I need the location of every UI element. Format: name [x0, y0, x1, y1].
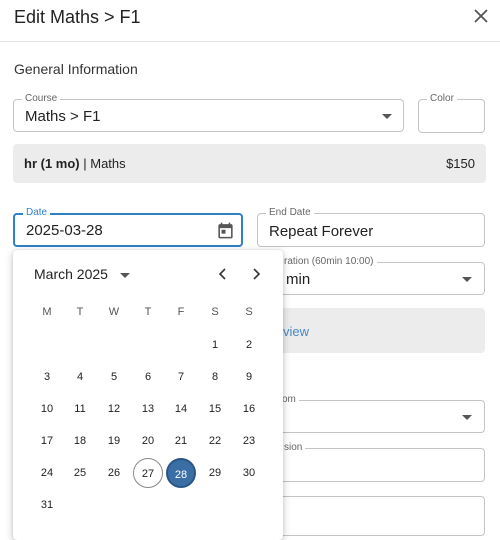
course-duration-label: hr (1 mo): [24, 156, 80, 171]
dialog-title: Edit Maths > F1: [14, 7, 141, 27]
room-select[interactable]: om: [257, 394, 485, 433]
calendar-day[interactable]: 15: [200, 394, 230, 424]
duration-select[interactable]: ration (60min 10:00) min: [257, 256, 485, 295]
date-value: 2025-03-28: [26, 222, 103, 239]
weekday-label: F: [177, 306, 185, 318]
session-label: sion: [281, 442, 306, 454]
calendar-day[interactable]: 12: [99, 394, 129, 424]
dialog-header: Edit Maths > F1: [0, 0, 500, 42]
duration-label: ration (60min 10:00): [281, 256, 377, 268]
weekday-label: S: [211, 306, 219, 318]
calendar-day[interactable]: 16: [234, 394, 264, 424]
color-label: Color: [427, 93, 457, 105]
calendar-day[interactable]: 4: [65, 362, 95, 392]
chevron-down-icon: [382, 114, 392, 119]
calendar-day[interactable]: 21: [166, 426, 196, 456]
chevron-down-icon: [462, 277, 472, 282]
chevron-down-icon: [462, 415, 472, 420]
chevron-right-icon[interactable]: [248, 266, 264, 282]
info-separator: |: [79, 156, 91, 171]
preview-box: view: [257, 308, 485, 353]
calendar-day[interactable]: 17: [32, 426, 62, 456]
course-label: Course: [22, 93, 61, 105]
calendar-day[interactable]: 7: [166, 362, 196, 392]
chevron-left-icon[interactable]: [215, 266, 231, 282]
calendar-day[interactable]: 18: [65, 426, 95, 456]
end-date-value: Repeat Forever: [269, 223, 374, 240]
calendar-day[interactable]: 25: [65, 458, 95, 488]
calendar-day[interactable]: 6: [133, 362, 163, 392]
calendar-month-label[interactable]: March 2025: [34, 266, 108, 282]
calendar-day[interactable]: 2: [234, 330, 264, 360]
calendar-day[interactable]: 31: [32, 490, 62, 520]
calendar-icon[interactable]: [216, 221, 235, 240]
duration-value: min: [286, 271, 311, 288]
calendar-day[interactable]: 13: [133, 394, 163, 424]
course-subject: Maths: [90, 156, 126, 171]
calendar-day[interactable]: 22: [200, 426, 230, 456]
date-field[interactable]: Date 2025-03-28: [13, 207, 243, 247]
calendar-day-today[interactable]: 27: [133, 458, 163, 488]
calendar-day[interactable]: 1: [200, 330, 230, 360]
calendar-day[interactable]: 20: [133, 426, 163, 456]
course-select[interactable]: Course Maths > F1: [13, 93, 404, 132]
calendar-day[interactable]: 14: [166, 394, 196, 424]
color-field[interactable]: Color: [418, 93, 485, 133]
date-picker-popup: March 2025 M T W T F S S 1 2 3 4 5 6 7 8 9 10 11 12 13 14 15 1…: [13, 250, 283, 540]
calendar-day[interactable]: 26: [99, 458, 129, 488]
calendar-day[interactable]: 30: [234, 458, 264, 488]
weekday-label: T: [144, 306, 152, 318]
calendar-day[interactable]: 29: [200, 458, 230, 488]
section-title: General Information: [14, 61, 138, 77]
session-field[interactable]: sion: [257, 442, 485, 482]
end-date-label: End Date: [266, 207, 314, 219]
calendar-day[interactable]: 8: [200, 362, 230, 392]
extra-field[interactable]: [257, 496, 485, 536]
calendar-day[interactable]: 11: [65, 394, 95, 424]
calendar-day[interactable]: 23: [234, 426, 264, 456]
course-value: Maths > F1: [25, 108, 101, 125]
course-info-bar: hr (1 mo) | Maths $150: [13, 144, 486, 183]
weekday-label: M: [42, 306, 52, 318]
weekday-label: S: [245, 306, 253, 318]
calendar-day[interactable]: 10: [32, 394, 62, 424]
course-price: $150: [446, 156, 475, 171]
end-date-field[interactable]: End Date Repeat Forever: [257, 207, 485, 247]
calendar-day[interactable]: 24: [32, 458, 62, 488]
calendar-day[interactable]: 3: [32, 362, 62, 392]
preview-link[interactable]: view: [283, 324, 309, 339]
calendar-day[interactable]: 9: [234, 362, 264, 392]
weekday-label: W: [108, 306, 120, 318]
month-dropdown-icon[interactable]: [120, 273, 130, 278]
close-icon[interactable]: [471, 6, 491, 26]
weekday-label: T: [76, 306, 84, 318]
calendar-day-selected[interactable]: 28: [166, 458, 196, 488]
calendar-day[interactable]: 5: [99, 362, 129, 392]
course-info-text: hr (1 mo) | Maths: [24, 156, 126, 171]
calendar-day[interactable]: 19: [99, 426, 129, 456]
date-label: Date: [23, 207, 51, 219]
